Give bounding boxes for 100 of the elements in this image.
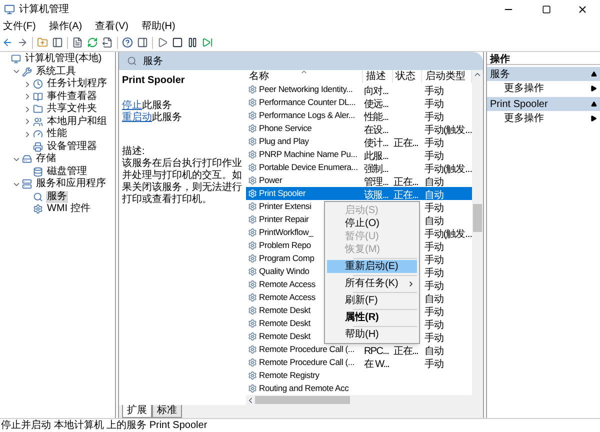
service-description: 在 W... [364, 358, 390, 370]
gear-icon [248, 306, 257, 315]
service-name: Plug and Play [259, 135, 309, 148]
tree-item[interactable]: 系统工具 [35, 66, 77, 78]
service-description: 性能... [364, 112, 388, 122]
play-icon[interactable] [157, 37, 168, 48]
scroll-thumb[interactable] [473, 204, 482, 232]
tree-item[interactable]: 计算机管理(本地) [24, 53, 103, 66]
column-header[interactable]: 描述 [362, 70, 393, 83]
startup-type: 自动 [424, 190, 444, 200]
panel-icon[interactable] [52, 37, 63, 48]
service-name: Program Comp [259, 252, 314, 265]
service-link[interactable]: 重启动 [122, 112, 152, 124]
collapse-icon[interactable] [591, 71, 597, 77]
tree-item[interactable]: 共享文件夹 [46, 103, 98, 116]
forward-icon[interactable] [17, 37, 28, 48]
service-description: 使计... [364, 138, 388, 148]
export-icon[interactable] [102, 37, 113, 48]
menu-item[interactable]: 操作(A) [48, 18, 82, 34]
refresh-icon[interactable] [87, 37, 98, 48]
service-name: Performance Counter DL... [259, 96, 356, 109]
startup-type: 手动 [424, 254, 444, 266]
view-tab[interactable]: 标准 [152, 405, 182, 418]
menu-item[interactable]: 停止(O) [327, 217, 417, 230]
startup-type: 自动 [424, 176, 444, 188]
document-icon[interactable] [72, 37, 83, 48]
horizontal-scrollbar[interactable] [246, 395, 483, 405]
tree-item[interactable]: 存储 [35, 153, 57, 166]
service-name: Remote Procedure Call (... [259, 356, 354, 369]
gear-icon [248, 358, 257, 367]
pause-icon[interactable] [187, 37, 198, 48]
book-icon [33, 92, 43, 102]
search-icon [127, 56, 137, 66]
storage-icon [22, 154, 32, 164]
service-link[interactable]: 停止 [122, 100, 142, 112]
service-name: Power [259, 174, 282, 187]
startup-type: 手动 [424, 202, 444, 214]
tree-item[interactable]: 设备管理器 [46, 140, 98, 153]
tree-item[interactable]: 任务计划程序 [46, 78, 108, 90]
startup-type: 手动 [424, 320, 444, 330]
selected-row-highlight[interactable]: Print Spooler 该服... 正在... 自动 [246, 187, 472, 200]
tree-item[interactable]: 服务和应用程序 [35, 178, 107, 190]
service-description: 使远... [364, 98, 388, 110]
close-icon[interactable] [577, 4, 588, 14]
actions-section[interactable]: 服务 [487, 67, 600, 81]
startup-type: 手动(触发... [424, 164, 472, 174]
gear-icon [248, 254, 257, 263]
tree-item[interactable]: 事件查看器 [46, 90, 98, 103]
tree-item[interactable]: 服务 [46, 190, 68, 203]
service-status: 正在... [394, 176, 418, 188]
tree-item[interactable]: WMI 控件 [46, 203, 92, 216]
gear-icon [248, 111, 257, 120]
column-header[interactable]: 名称 [246, 70, 363, 83]
service-name: Problem Repo [259, 239, 311, 252]
help-icon[interactable] [122, 37, 133, 48]
tree-item[interactable]: 磁盘管理 [46, 166, 88, 178]
gear-icon [248, 215, 257, 224]
collapse-icon[interactable] [591, 101, 597, 107]
computer-icon [11, 54, 21, 64]
startup-type: 手动 [424, 112, 444, 122]
back-icon[interactable] [2, 37, 13, 48]
folder-up-icon[interactable] [37, 37, 48, 48]
menu-item[interactable]: 刷新(F) [327, 294, 417, 307]
scroll-left-icon[interactable] [246, 396, 255, 404]
menu-item[interactable]: 查看(V) [95, 18, 128, 34]
gear-icon [248, 150, 257, 159]
service-name: Peer Networking Identity... [259, 83, 353, 96]
link-suffix: 此服务 [142, 100, 172, 112]
startup-type: 手动 [424, 242, 444, 252]
tree-item[interactable]: 本地用户和组 [46, 116, 108, 128]
resume-icon[interactable] [202, 37, 213, 48]
scroll-thumb[interactable] [255, 396, 350, 404]
users-icon [33, 116, 43, 127]
actions-section[interactable]: Print Spooler [487, 97, 600, 111]
startup-type: 手动 [424, 86, 444, 96]
action-item[interactable]: 更多操作 [487, 81, 600, 95]
menu-item[interactable]: 文件(F) [3, 18, 36, 34]
startup-type: 手动(触发... [424, 124, 472, 136]
menu-item[interactable]: 帮助(H) [141, 18, 176, 34]
view-tab[interactable]: 扩展 [122, 405, 152, 418]
service-name: Performance Logs & Aler... [259, 109, 355, 122]
server-icon [22, 179, 32, 190]
service-description: 在设... [364, 124, 388, 136]
menu-item[interactable]: 帮助(H) [327, 328, 417, 341]
action-item[interactable]: 更多操作 [487, 111, 600, 125]
menu-item[interactable]: 属性(R) [327, 311, 417, 324]
submenu-arrow-icon [590, 84, 597, 92]
disk-icon [33, 166, 43, 177]
scroll-up-icon[interactable] [473, 70, 482, 79]
menu-item[interactable]: 所有任务(K) [327, 277, 417, 290]
panel-icon[interactable] [137, 37, 148, 48]
vertical-scrollbar[interactable] [472, 70, 483, 395]
stop-icon[interactable] [172, 37, 183, 48]
menu-item[interactable]: 重新启动(E) [327, 260, 417, 273]
pane-title: 服务 [143, 54, 163, 68]
gear-icon [248, 371, 257, 380]
service-name: Remote Deskt [259, 304, 310, 317]
column-header[interactable]: 状态 [392, 70, 422, 83]
tree-item[interactable]: 性能 [46, 128, 68, 140]
maximize-icon[interactable] [542, 4, 551, 14]
